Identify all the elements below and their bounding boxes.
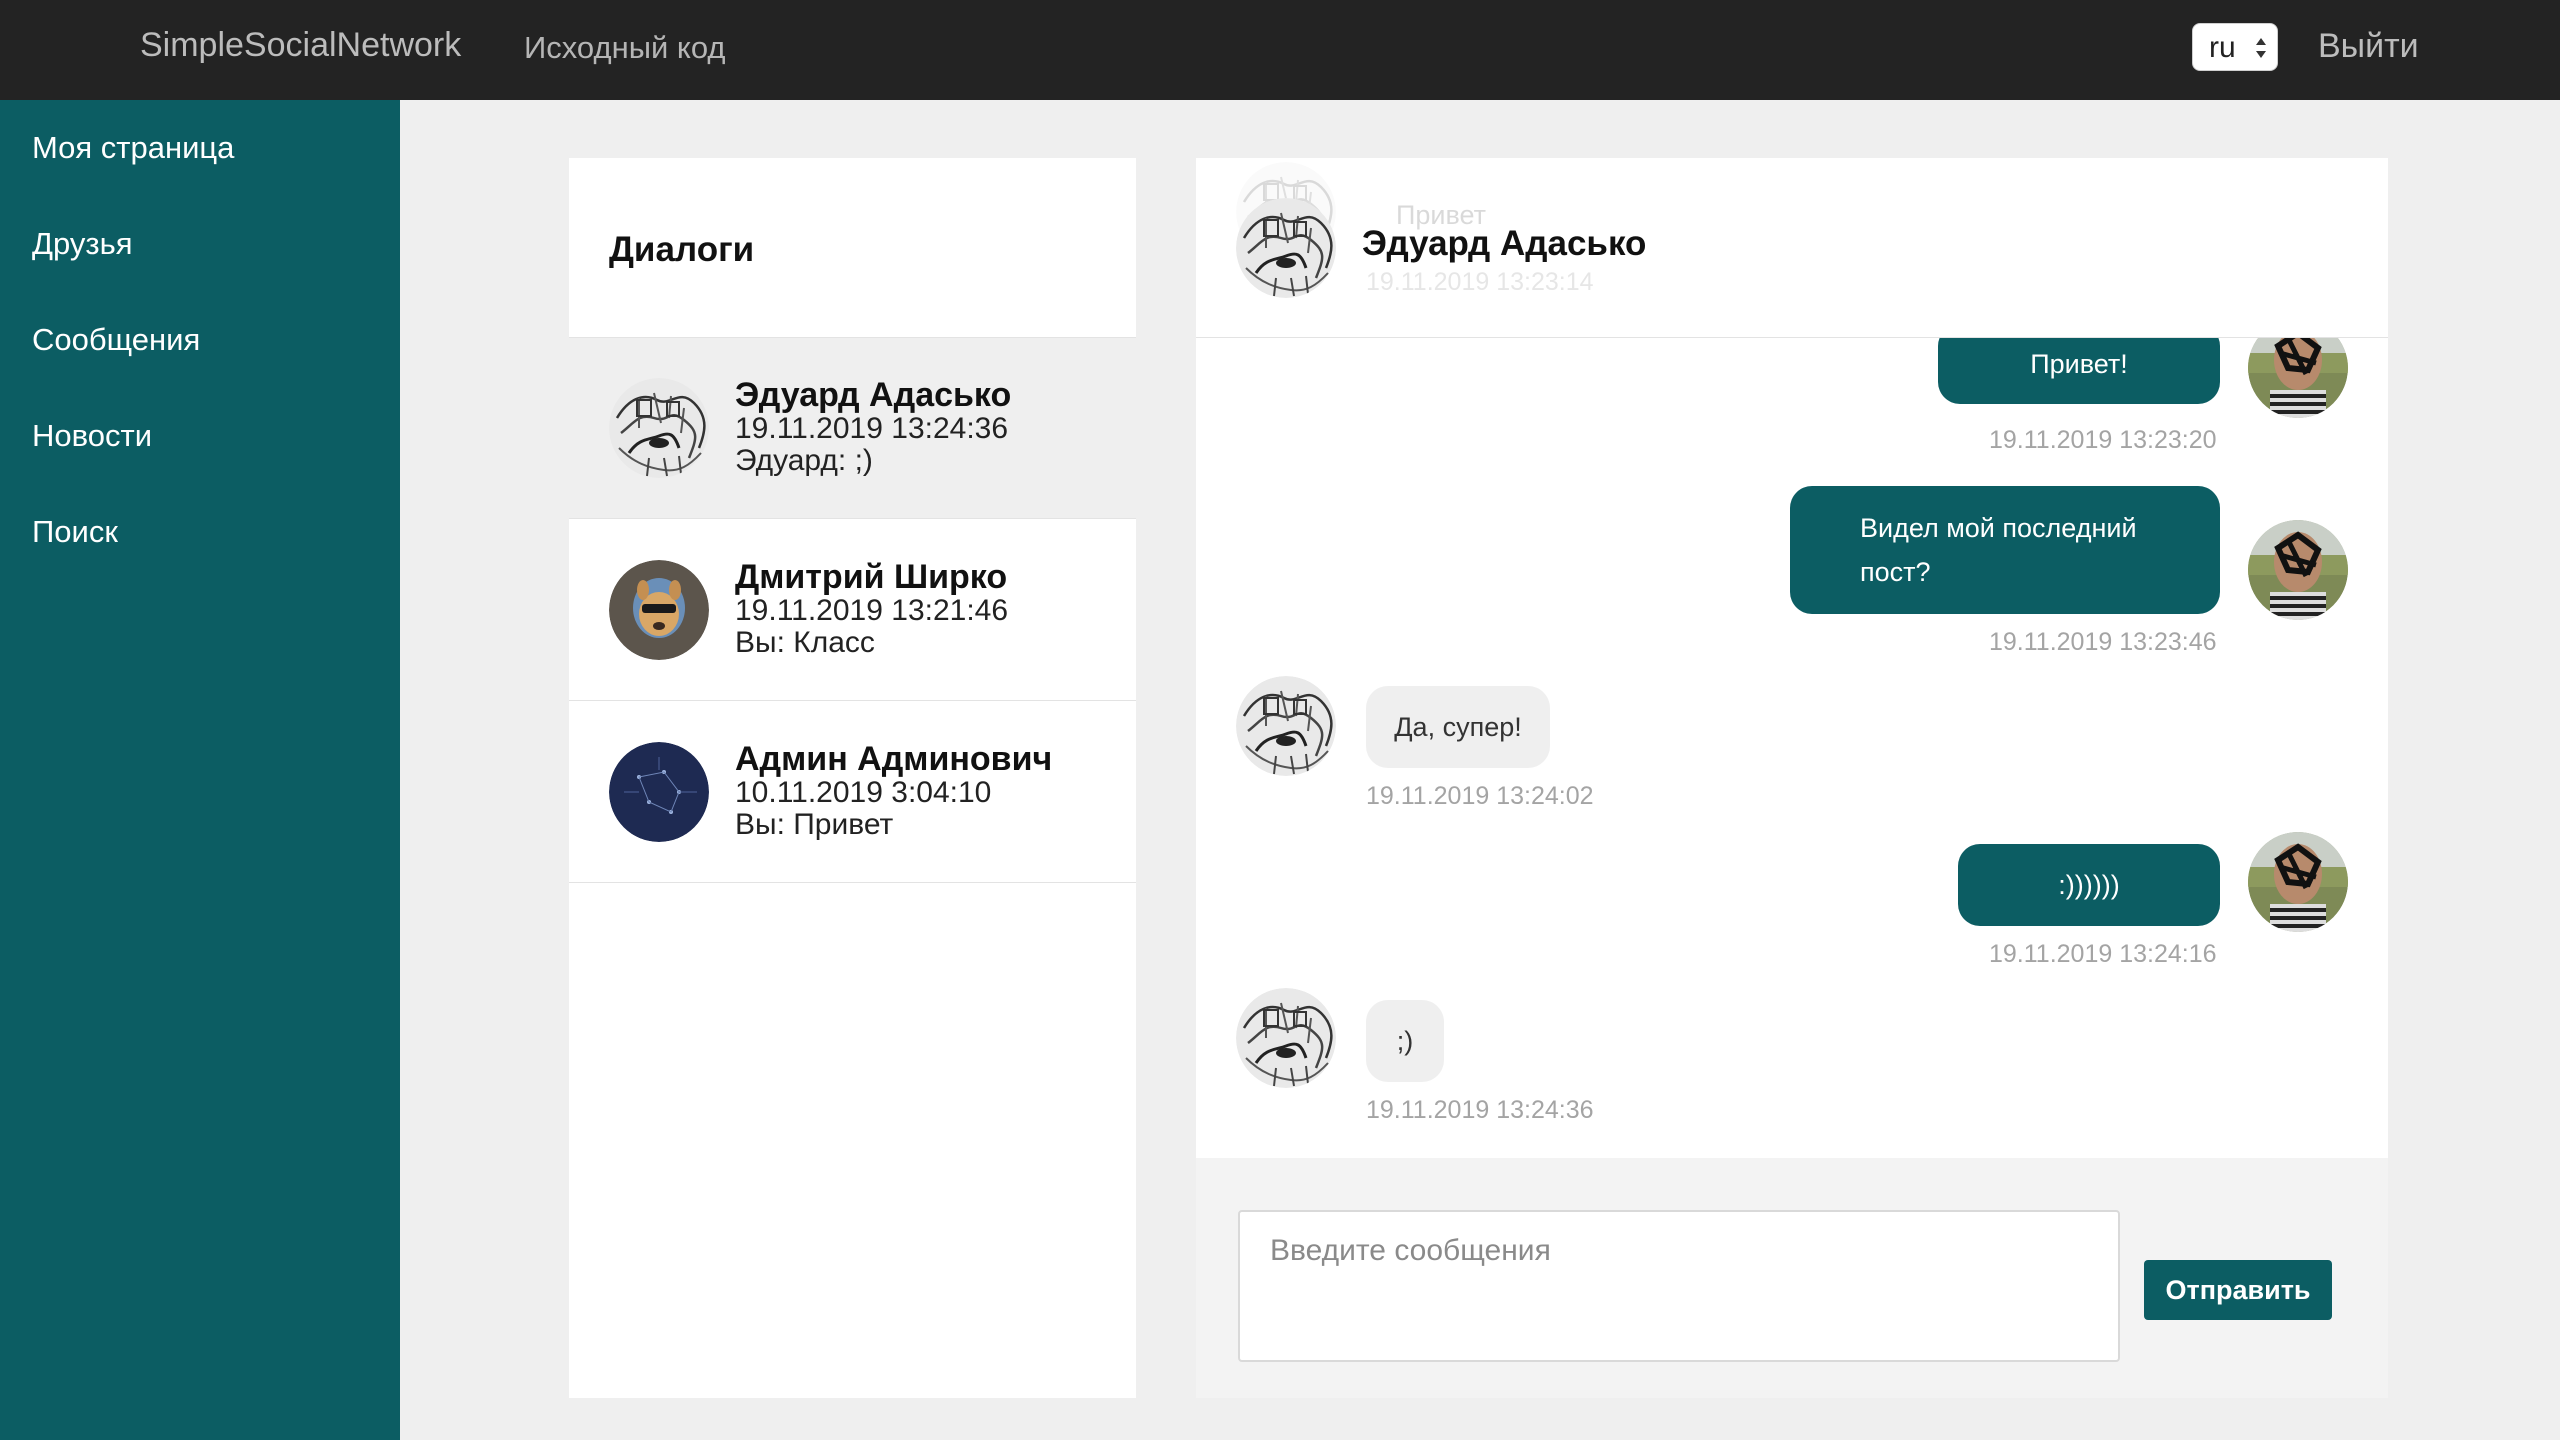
- sidebar-item-search[interactable]: Поиск: [32, 514, 118, 550]
- avatar: [609, 378, 709, 478]
- avatar: [2248, 520, 2348, 620]
- outgoing-message: Видел мой последний пост?: [1790, 486, 2220, 614]
- dialog-name: Админ Админович: [735, 740, 1053, 778]
- top-navbar: SimpleSocialNetwork Исходный код ru Выйт…: [0, 0, 2560, 100]
- message-text: Видел мой последний пост?: [1860, 513, 2137, 587]
- dialog-date: 10.11.2019 3:04:10: [735, 776, 992, 809]
- dialog-name: Дмитрий Ширко: [735, 558, 1008, 596]
- message-text: Привет!: [2030, 349, 2128, 379]
- message-time: 19.11.2019 13:23:20: [1989, 426, 2217, 454]
- chat-header: Привет 19.11.2019 13:23:14 Эдуард Адаськ…: [1196, 158, 2388, 338]
- dialog-last-message: Вы: Класс: [735, 626, 875, 659]
- sidebar: Моя страница Друзья Сообщения Новости По…: [0, 100, 400, 1440]
- incoming-message: ;): [1366, 1000, 1444, 1082]
- language-select[interactable]: ru: [2192, 23, 2278, 71]
- message-input[interactable]: [1240, 1212, 2118, 1360]
- message-time: 19.11.2019 13:24:36: [1366, 1096, 1594, 1124]
- avatar: [609, 560, 709, 660]
- sidebar-item-friends[interactable]: Друзья: [32, 226, 133, 262]
- send-button[interactable]: Отправить: [2144, 1260, 2332, 1320]
- message-time: 19.11.2019 13:24:16: [1989, 940, 2217, 968]
- chat-partner-name: Эдуард Адасько: [1362, 224, 1647, 263]
- message-text: Да, супер!: [1394, 712, 1522, 742]
- source-code-link[interactable]: Исходный код: [524, 30, 725, 66]
- dialog-item[interactable]: Эдуард Адасько 19.11.2019 13:24:36 Эдуар…: [569, 338, 1136, 519]
- dialog-name: Эдуард Адасько: [735, 376, 1012, 414]
- dialog-date: 19.11.2019 13:21:46: [735, 594, 1009, 627]
- dialogs-header: Диалоги: [569, 158, 1136, 338]
- sidebar-item-news[interactable]: Новости: [32, 418, 152, 454]
- logout-link[interactable]: Выйти: [2318, 27, 2419, 66]
- scrolled-message-time: 19.11.2019 13:23:14: [1366, 268, 1594, 296]
- avatar: [1236, 198, 1336, 298]
- dialog-item[interactable]: Дмитрий Ширко 19.11.2019 13:21:46 Вы: Кл…: [569, 520, 1136, 701]
- dialog-last-message: Вы: Привет: [735, 808, 894, 841]
- message-input-box: [1238, 1210, 2120, 1362]
- avatar: [2248, 832, 2348, 932]
- message-composer: Отправить: [1196, 1158, 2388, 1398]
- brand-link[interactable]: SimpleSocialNetwork: [140, 26, 461, 65]
- dialog-item[interactable]: Админ Админович 10.11.2019 3:04:10 Вы: П…: [569, 702, 1136, 883]
- message-time: 19.11.2019 13:23:46: [1989, 628, 2217, 656]
- avatar: [1236, 676, 1336, 776]
- dialogs-panel: Диалоги Эдуард Адасько 19.11.2019 13:24:…: [569, 158, 1136, 1398]
- select-arrows-icon: [2256, 38, 2266, 58]
- language-select-value: ru: [2209, 31, 2236, 64]
- outgoing-message: :)))))): [1958, 844, 2220, 926]
- avatar: [609, 742, 709, 842]
- message-text: :)))))): [2058, 870, 2120, 900]
- avatar: [1236, 988, 1336, 1088]
- dialogs-title: Диалоги: [609, 230, 755, 269]
- chat-panel: Привет 19.11.2019 13:23:14 Эдуард Адаськ…: [1196, 158, 2388, 1398]
- incoming-message: Да, супер!: [1366, 686, 1550, 768]
- dialog-last-message: Эдуард: ;): [735, 444, 873, 477]
- dialog-date: 19.11.2019 13:24:36: [735, 412, 1009, 445]
- message-text: ;): [1396, 1026, 1414, 1056]
- sidebar-item-messages[interactable]: Сообщения: [32, 322, 200, 358]
- message-time: 19.11.2019 13:24:02: [1366, 782, 1594, 810]
- sidebar-item-my-page[interactable]: Моя страница: [32, 130, 234, 166]
